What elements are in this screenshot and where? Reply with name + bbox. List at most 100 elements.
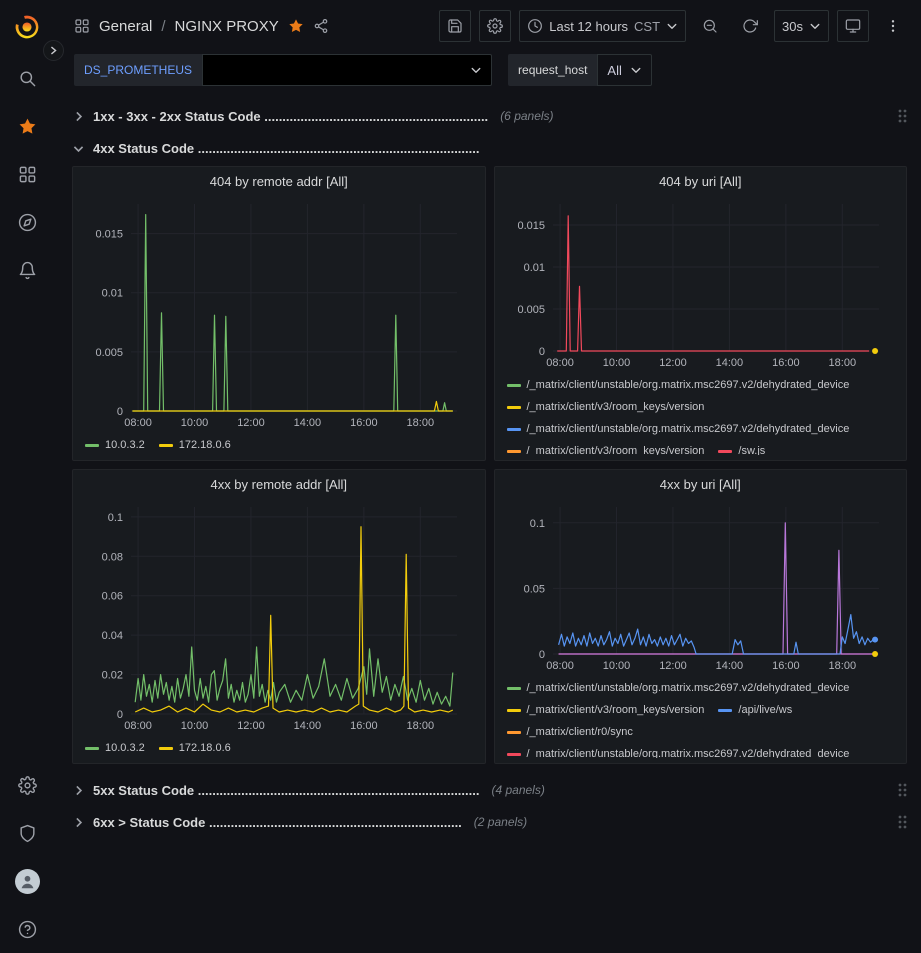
zoom-out-button[interactable] <box>694 10 726 42</box>
breadcrumb-folder[interactable]: General <box>99 18 152 35</box>
sidebar-item-dashboards[interactable] <box>0 150 54 198</box>
sidebar-item-server-admin[interactable] <box>0 809 54 857</box>
legend-item[interactable]: /sw.js <box>718 441 765 455</box>
main-area: General / NGINX PROXY Last 12 hours CST <box>54 0 921 953</box>
time-series-chart[interactable]: 08:0010:0012:0014:0016:0018:0000.020.040… <box>85 499 473 736</box>
legend-label: /_matrix/client/r0/sync <box>527 722 633 742</box>
svg-text:0.01: 0.01 <box>523 262 544 274</box>
legend-swatch <box>507 406 521 409</box>
row-4xx-status-code[interactable]: 4xx Status Code ........................… <box>72 134 907 162</box>
panel-title[interactable]: 4xx by remote addr [All] <box>85 477 473 499</box>
legend-item[interactable]: /_matrix/client/unstable/org.matrix.msc2… <box>507 744 850 758</box>
chart-legend: 10.0.3.2 172.18.0.6 <box>85 433 473 455</box>
svg-text:16:00: 16:00 <box>772 660 800 672</box>
legend-item[interactable]: /_matrix/client/unstable/org.matrix.msc2… <box>507 678 850 698</box>
sidebar-item-profile[interactable] <box>0 857 54 905</box>
dashboard-title[interactable]: NGINX PROXY <box>175 18 279 35</box>
refresh-icon <box>742 18 758 34</box>
row-6xx-status-code[interactable]: 6xx > Status Code ......................… <box>72 808 907 836</box>
grafana-logo[interactable] <box>13 0 41 54</box>
row-panel-count: (4 panels) <box>491 783 544 797</box>
legend-item[interactable]: 10.0.3.2 <box>85 435 145 455</box>
chevron-right-icon <box>72 816 85 829</box>
legend-item[interactable]: /_matrix/client/unstable/org.matrix.msc2… <box>507 375 850 395</box>
legend-item[interactable]: 172.18.0.6 <box>159 435 231 455</box>
top-navigation-bar: General / NGINX PROXY Last 12 hours CST <box>54 0 921 52</box>
avatar <box>15 869 40 894</box>
panel-title[interactable]: 404 by uri [All] <box>507 174 895 196</box>
sidebar-item-configuration[interactable] <box>0 761 54 809</box>
sidebar-item-help[interactable] <box>0 905 54 953</box>
legend-item[interactable]: /_matrix/client/v3/room_keys/version <box>507 441 705 455</box>
breadcrumb-separator: / <box>161 18 165 35</box>
dashboard-settings-button[interactable] <box>479 10 511 42</box>
gear-icon <box>18 776 37 795</box>
favorite-star-icon[interactable] <box>288 18 304 34</box>
legend-swatch <box>507 687 521 690</box>
svg-text:0.015: 0.015 <box>517 220 545 232</box>
row-title: 1xx - 3xx - 2xx Status Code ............… <box>93 109 488 124</box>
legend-item[interactable]: /_matrix/client/r0/sync <box>507 722 633 742</box>
row-panel-count: (2 panels) <box>474 815 527 829</box>
legend-swatch <box>507 450 521 453</box>
variable-label-ds-prometheus[interactable]: DS_PROMETHEUS <box>74 54 202 86</box>
time-series-chart[interactable]: 08:0010:0012:0014:0016:0018:0000.0050.01… <box>85 196 473 433</box>
sidebar-item-search[interactable] <box>0 54 54 102</box>
legend-label: /_matrix/client/unstable/org.matrix.msc2… <box>527 678 850 698</box>
svg-text:10:00: 10:00 <box>602 660 630 672</box>
panel-title[interactable]: 4xx by uri [All] <box>507 477 895 499</box>
svg-text:0: 0 <box>538 649 544 661</box>
legend-swatch <box>718 450 732 453</box>
cycle-view-mode-button[interactable] <box>837 10 869 42</box>
legend-label: 172.18.0.6 <box>179 738 231 758</box>
legend-item[interactable]: /_matrix/client/v3/room_keys/version <box>507 397 705 417</box>
svg-text:0: 0 <box>117 709 123 721</box>
svg-text:14:00: 14:00 <box>715 357 743 369</box>
chart-legend: 10.0.3.2 172.18.0.6 <box>85 736 473 758</box>
refresh-interval-picker[interactable]: 30s <box>774 10 829 42</box>
sidebar <box>0 0 54 953</box>
time-series-chart[interactable]: 08:0010:0012:0014:0016:0018:0000.050.1 <box>507 499 895 676</box>
legend-item[interactable]: 10.0.3.2 <box>85 738 145 758</box>
legend-swatch <box>507 709 521 712</box>
sidebar-expand-button[interactable] <box>43 40 64 61</box>
drag-handle-icon[interactable] <box>897 782 907 798</box>
variable-label-request-host[interactable]: request_host <box>508 54 597 86</box>
row-1xx-3xx-2xx-status-code[interactable]: 1xx - 3xx - 2xx Status Code ............… <box>72 102 907 130</box>
legend-label: /_matrix/client/unstable/org.matrix.msc2… <box>527 744 850 758</box>
time-series-chart[interactable]: 08:0010:0012:0014:0016:0018:0000.0050.01… <box>507 196 895 373</box>
sidebar-item-alerting[interactable] <box>0 246 54 294</box>
legend-item[interactable]: /_matrix/client/unstable/org.matrix.msc2… <box>507 419 850 439</box>
variable-ds-prometheus: DS_PROMETHEUS <box>74 54 492 86</box>
row-title: 6xx > Status Code ......................… <box>93 815 462 830</box>
legend-item[interactable]: /api/live/ws <box>718 700 792 720</box>
variable-value-ds-prometheus[interactable] <box>202 54 492 86</box>
share-icon[interactable] <box>313 18 329 34</box>
drag-handle-icon[interactable] <box>897 814 907 830</box>
kebab-icon <box>885 18 901 34</box>
variable-value-request-host[interactable]: All <box>597 54 651 86</box>
legend-label: /_matrix/client/v3/room_keys/version <box>527 441 705 455</box>
legend-swatch <box>85 747 99 750</box>
save-dashboard-button[interactable] <box>439 10 471 42</box>
legend-label: /sw.js <box>738 441 765 455</box>
legend-item[interactable]: 172.18.0.6 <box>159 738 231 758</box>
svg-text:0.1: 0.1 <box>108 512 123 524</box>
legend-label: /_matrix/client/unstable/org.matrix.msc2… <box>527 419 850 439</box>
svg-text:10:00: 10:00 <box>181 720 209 732</box>
sidebar-item-explore[interactable] <box>0 198 54 246</box>
kebab-menu-button[interactable] <box>877 10 909 42</box>
drag-handle-icon[interactable] <box>897 108 907 124</box>
sidebar-item-starred[interactable] <box>0 102 54 150</box>
legend-swatch <box>159 747 173 750</box>
panel-title[interactable]: 404 by remote addr [All] <box>85 174 473 196</box>
legend-item[interactable]: /_matrix/client/v3/room_keys/version <box>507 700 705 720</box>
row-5xx-status-code[interactable]: 5xx Status Code ........................… <box>72 776 907 804</box>
time-range-picker[interactable]: Last 12 hours CST <box>519 10 686 42</box>
toolbar-actions: Last 12 hours CST 30s <box>439 10 909 42</box>
request-host-selected-value: All <box>607 63 621 78</box>
legend-label: 10.0.3.2 <box>105 738 145 758</box>
refresh-button[interactable] <box>734 10 766 42</box>
svg-text:0.02: 0.02 <box>102 670 123 682</box>
svg-text:10:00: 10:00 <box>181 417 209 429</box>
